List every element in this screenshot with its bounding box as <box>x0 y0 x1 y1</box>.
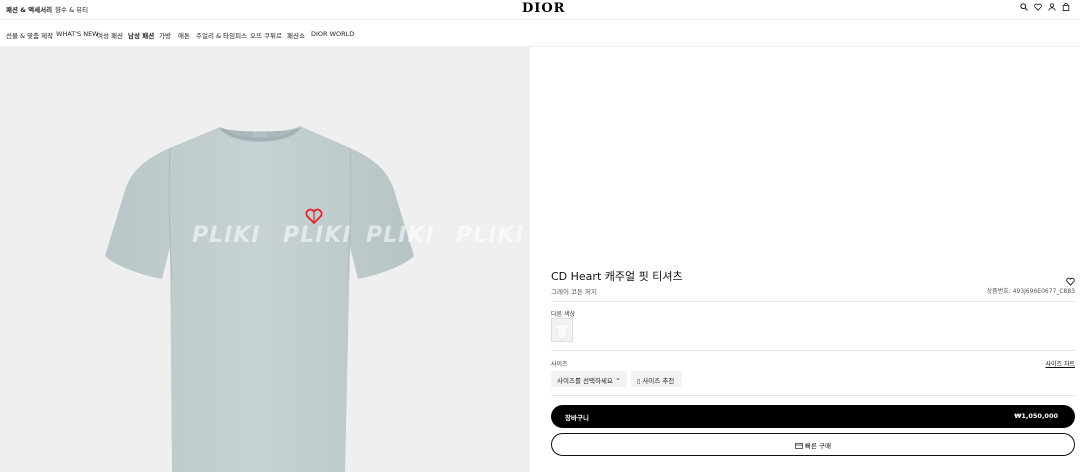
main-nav: 선물 & 맞춤 제작 WHAT'S NEW 여성 패션 남성 패션 가방 애톤 … <box>0 20 1080 47</box>
nav-item-women[interactable]: 여성 패션 <box>97 30 123 40</box>
size-recommend-label: 사이즈 추천 <box>642 377 675 385</box>
nav-item-dior-world[interactable]: DIOR WORLD <box>311 30 354 38</box>
nav-item-gifts[interactable]: 선물 & 맞춤 제작 <box>6 30 53 40</box>
top-bar: 패션 & 액세서리 향수 & 뷰티 DIOR <box>0 0 1080 20</box>
nav-item-men[interactable]: 남성 패션 <box>128 30 154 40</box>
nav-item-aton[interactable]: 애톤 <box>178 30 190 40</box>
quick-buy-label: 빠른 구매 <box>805 442 831 450</box>
size-recommend-button[interactable]: ▯ 사이즈 추천 <box>631 371 682 387</box>
top-link-beauty[interactable]: 향수 & 뷰티 <box>55 4 88 14</box>
divider <box>551 395 1075 396</box>
card-icon <box>795 443 803 449</box>
watermark-text: PLIKI <box>456 223 525 248</box>
search-icon[interactable] <box>1020 3 1028 11</box>
top-link-fashion[interactable]: 패션 & 액세서리 <box>6 4 52 14</box>
wishlist-heart-icon[interactable] <box>1066 271 1075 286</box>
size-select-value: 사이즈를 선택하세요 <box>557 377 613 385</box>
tshirt-image <box>105 126 414 472</box>
chevron-down-icon: ⌄ <box>615 374 621 382</box>
product-price: ₩1,050,000 <box>1014 412 1058 420</box>
product-sku: 상품번호: 493J696E0677_C883 <box>986 288 1075 295</box>
other-colors-label: 다른 색상 <box>551 311 575 318</box>
watermark-text: PLIKI <box>283 223 352 248</box>
watermark-text: PLIKI <box>366 223 435 248</box>
heart-icon[interactable] <box>1034 3 1042 11</box>
label-tag <box>253 132 267 137</box>
user-icon[interactable] <box>1048 3 1056 11</box>
ruler-icon: ▯ <box>637 378 641 385</box>
product-title: CD Heart 캐주얼 핏 티셔츠 <box>551 270 683 283</box>
size-label: 사이즈 <box>551 361 568 368</box>
nav-item-fashion-show[interactable]: 패션쇼 <box>287 30 305 40</box>
nav-item-jewelry[interactable]: 주얼리 & 타임피스 <box>196 30 247 40</box>
watermark-text: PLIKI <box>192 223 261 248</box>
divider <box>551 350 1075 351</box>
add-to-cart-button[interactable]: 장바구니 ₩1,050,000 <box>551 405 1075 428</box>
quick-buy-button[interactable]: 빠른 구매 <box>551 433 1075 456</box>
nav-item-haute-couture[interactable]: 오뜨 쿠튀르 <box>250 30 282 40</box>
dior-logo[interactable]: DIOR <box>522 1 565 16</box>
divider <box>551 301 1075 302</box>
color-swatch[interactable] <box>551 318 573 342</box>
header-icons <box>1020 3 1070 13</box>
nav-item-whats-new[interactable]: WHAT'S NEW <box>56 30 99 38</box>
size-select[interactable]: 사이즈를 선택하세요 ⌄ <box>551 371 627 387</box>
cart-button-label: 장바구니 <box>565 414 589 422</box>
nav-item-bags[interactable]: 가방 <box>159 30 171 40</box>
shopping-bag-icon[interactable] <box>1062 3 1070 11</box>
product-image-panel[interactable]: PLIKI PLIKI PLIKI PLIKI <box>0 47 530 472</box>
product-material: 그레이 코튼 저지 <box>551 288 597 296</box>
size-chart-link[interactable]: 사이즈 차트 <box>1045 359 1075 368</box>
